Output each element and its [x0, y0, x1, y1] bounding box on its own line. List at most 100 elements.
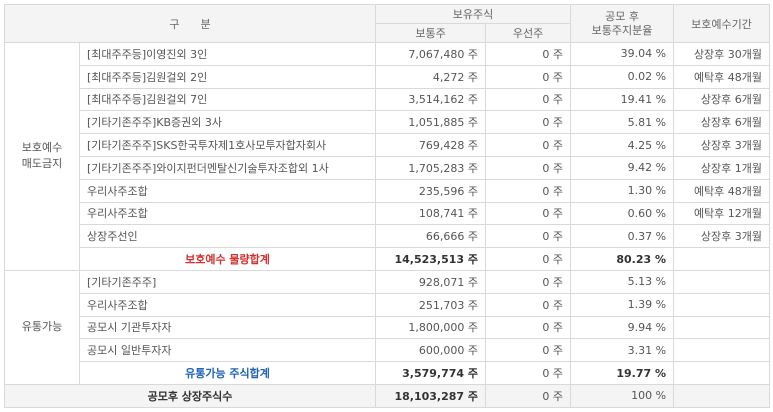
table-row: [기타기존주주]KB증권외 3사 1,051,885 주 0 주 5.81 % … — [5, 110, 771, 135]
group-label-lockup: 보호예수 매도금지 — [4, 42, 80, 271]
preferred-shares: 0 주 — [485, 292, 572, 317]
table-row: 보호예수 매도금지 [최대주주등]이영진외 3인 7,067,480 주 0 주… — [4, 42, 771, 271]
table-row: 공모시 기관투자자 1,800,000 주 0 주 9.94 % — [5, 315, 771, 340]
total-label: 공모후 상장주식수 — [3, 383, 377, 408]
table-row: [기타기존주주]와이지펀더멘탈신기술투자조합외 1사 1,705,283 주 0… — [5, 155, 771, 180]
ownership-ratio: 9.42 % — [570, 155, 675, 180]
preferred-shares: 0 주 — [485, 133, 572, 157]
lockup-period — [673, 292, 771, 317]
ownership-ratio: 1.30 % — [570, 178, 675, 203]
header-ratio-line1: 공모 후 — [605, 9, 639, 23]
holder-name: 상장주선인 — [78, 224, 377, 249]
header-row-top: 구 분 보유주식 공모 후 보통주지분율 보호예수기간 — [3, 4, 771, 43]
common-shares: 600,000 주 — [375, 338, 487, 363]
table-row: 공모시 일반투자자 600,000 주 0 주 3.31 % — [5, 338, 771, 363]
subtotal-period-empty — [673, 247, 771, 271]
subtotal-ratio: 19.77 % — [570, 361, 675, 385]
preferred-shares: 0 주 — [485, 315, 572, 340]
holder-name: 공모시 기관투자자 — [78, 315, 377, 340]
lockup-period: 상장후 30개월 — [673, 42, 771, 66]
lockup-period: 예탁후 12개월 — [673, 201, 771, 226]
lockup-period — [673, 338, 771, 363]
table-row: [최대주주등]김원걸외 7인 3,514,162 주 0 주 19.41 % 상… — [5, 87, 771, 112]
ownership-ratio: 0.60 % — [570, 201, 675, 226]
subtotal-row-tradable: 유통가능 주식합계 3,579,774 주 0 주 19.77 % — [5, 361, 771, 385]
ownership-ratio: 0.02 % — [570, 64, 675, 89]
subtotal-common: 3,579,774 주 — [375, 361, 487, 385]
subtotal-label: 유통가능 주식합계 — [78, 361, 377, 385]
holder-name: [최대주주등]이영진외 3인 — [78, 42, 377, 66]
common-shares: 3,514,162 주 — [375, 87, 487, 112]
common-shares: 7,067,480 주 — [375, 42, 487, 66]
preferred-shares: 0 주 — [485, 269, 572, 294]
common-shares: 4,272 주 — [375, 64, 487, 89]
lockup-period: 예탁후 48개월 — [673, 64, 771, 89]
header-ratio: 공모 후 보통주지분율 — [570, 4, 675, 43]
table-row: 유통가능 [기타기존주주] 928,071 주 0 주 5.13 % — [4, 269, 771, 385]
header-common: 보통주 — [375, 23, 487, 43]
holder-name: 공모시 일반투자자 — [78, 338, 377, 363]
group-label-line1: 보호예수 — [21, 141, 63, 155]
ownership-ratio: 4.25 % — [570, 133, 675, 157]
common-shares: 251,703 주 — [375, 292, 487, 317]
holder-name: [최대주주등]김원걸외 7인 — [78, 87, 377, 112]
subtotal-period-empty — [673, 361, 771, 385]
ownership-ratio: 5.81 % — [570, 110, 675, 135]
holder-name: [기타기존주주]KB증권외 3사 — [78, 110, 377, 135]
lockup-period: 상장후 3개월 — [673, 133, 771, 157]
lockup-period — [673, 315, 771, 340]
ownership-ratio: 0.37 % — [570, 224, 675, 249]
ownership-ratio: 19.41 % — [570, 87, 675, 112]
common-shares: 1,051,885 주 — [375, 110, 487, 135]
lockup-period: 상장후 1개월 — [673, 155, 771, 180]
subtotal-row-lockup: 보호예수 물량합계 14,523,513 주 0 주 80.23 % — [5, 247, 771, 271]
common-shares: 1,705,283 주 — [375, 155, 487, 180]
group-label-tradable: 유통가능 — [4, 269, 80, 385]
preferred-shares: 0 주 — [485, 42, 572, 66]
total-ratio: 100 % — [570, 383, 675, 408]
lockup-period — [673, 269, 771, 294]
table-row: 우리사주조합 235,596 주 0 주 1.30 % 예탁후 48개월 — [5, 178, 771, 203]
table-row: [기타기존주주]SKS한국투자제1호사모투자합자회사 769,428 주 0 주… — [5, 133, 771, 157]
holder-name: [기타기존주주]SKS한국투자제1호사모투자합자회사 — [78, 133, 377, 157]
preferred-shares: 0 주 — [485, 87, 572, 112]
common-shares: 66,666 주 — [375, 224, 487, 249]
holder-name: 우리사주조합 — [78, 292, 377, 317]
lockup-period: 상장후 6개월 — [673, 87, 771, 112]
holder-name: [기타기존주주]와이지펀더멘탈신기술투자조합외 1사 — [78, 155, 377, 180]
subtotal-label: 보호예수 물량합계 — [78, 247, 377, 271]
ownership-ratio: 3.31 % — [570, 338, 675, 363]
ownership-ratio: 1.39 % — [570, 292, 675, 317]
holder-name: [기타기존주주] — [78, 269, 377, 294]
preferred-shares: 0 주 — [485, 64, 572, 89]
ownership-ratio: 39.04 % — [570, 42, 675, 66]
lockup-period: 상장후 3개월 — [673, 224, 771, 249]
subtotal-preferred: 0 주 — [485, 361, 572, 385]
table-row: [최대주주등]김원걸외 2인 4,272 주 0 주 0.02 % 예탁후 48… — [5, 64, 771, 89]
common-shares: 108,741 주 — [375, 201, 487, 226]
header-holdings: 보유주식 — [375, 4, 572, 24]
holder-name: [최대주주등]김원걸외 2인 — [78, 64, 377, 89]
preferred-shares: 0 주 — [485, 224, 572, 249]
table-row: 우리사주조합 108,741 주 0 주 0.60 % 예탁후 12개월 — [5, 201, 771, 226]
holder-name: 우리사주조합 — [78, 201, 377, 226]
preferred-shares: 0 주 — [485, 155, 572, 180]
table-row: 우리사주조합 251,703 주 0 주 1.39 % — [5, 292, 771, 317]
header-ratio-line2: 보통주지분율 — [591, 23, 653, 37]
lockup-table: 구 분 보유주식 공모 후 보통주지분율 보호예수기간 보통주 우선주 보호예수… — [3, 4, 771, 408]
group-label-line2: 매도금지 — [21, 157, 63, 171]
common-shares: 928,071 주 — [375, 269, 487, 294]
lockup-period: 예탁후 48개월 — [673, 178, 771, 203]
ownership-ratio: 9.94 % — [570, 315, 675, 340]
preferred-shares: 0 주 — [485, 201, 572, 226]
preferred-shares: 0 주 — [485, 110, 572, 135]
table-row: 상장주선인 66,666 주 0 주 0.37 % 상장후 3개월 — [5, 224, 771, 249]
header-period: 보호예수기간 — [673, 4, 771, 43]
holder-name: 우리사주조합 — [78, 178, 377, 203]
header-preferred: 우선주 — [485, 23, 572, 43]
total-preferred: 0 주 — [485, 383, 572, 408]
lockup-period: 상장후 6개월 — [673, 110, 771, 135]
subtotal-ratio: 80.23 % — [570, 247, 675, 271]
subtotal-preferred: 0 주 — [485, 247, 572, 271]
ownership-ratio: 5.13 % — [570, 269, 675, 294]
